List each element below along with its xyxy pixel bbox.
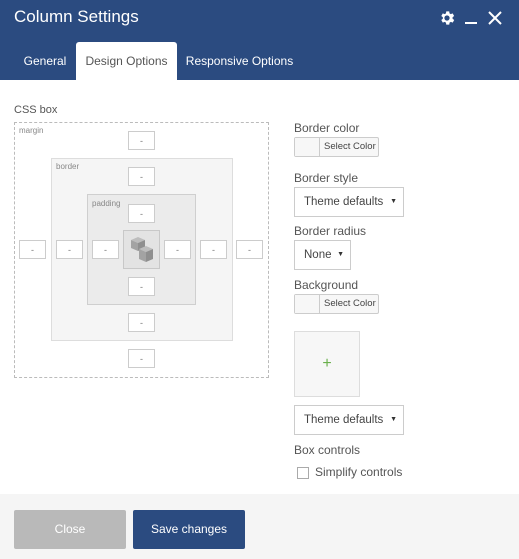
border-radius-label: Border radius	[294, 224, 367, 238]
dialog-title: Column Settings	[14, 7, 139, 26]
margin-right-input[interactable]	[236, 240, 263, 259]
border-left-input[interactable]	[56, 240, 83, 259]
chevron-down-icon: ▼	[337, 251, 344, 258]
background-style-value: Theme defaults	[304, 414, 384, 426]
css-box-label: CSS box	[14, 104, 58, 116]
border-radius-select[interactable]: None ▼	[294, 240, 351, 270]
dialog-header: Column Settings General Design Options R…	[0, 0, 519, 80]
close-button[interactable]: Close	[14, 510, 126, 549]
chevron-down-icon: ▼	[390, 416, 397, 423]
margin-label: margin	[19, 126, 44, 135]
tab-responsive-options[interactable]: Responsive Options	[183, 42, 296, 80]
box-controls-label: Box controls	[294, 443, 361, 457]
border-radius-value: None	[304, 249, 332, 261]
background-color-swatch	[295, 295, 320, 313]
content-placeholder-icon	[130, 236, 153, 262]
padding-bottom-input[interactable]	[128, 277, 155, 296]
background-color-button-label: Select Color	[324, 298, 376, 309]
content-box	[123, 230, 160, 269]
plus-icon: +	[322, 355, 332, 372]
border-style-value: Theme defaults	[304, 196, 384, 208]
save-changes-button[interactable]: Save changes	[133, 510, 245, 549]
close-icon[interactable]	[486, 8, 504, 28]
background-color-button[interactable]: Select Color	[294, 294, 379, 314]
border-bottom-input[interactable]	[128, 313, 155, 332]
border-color-swatch	[295, 138, 320, 156]
margin-top-input[interactable]	[128, 131, 155, 150]
add-image-button[interactable]: +	[294, 331, 360, 397]
gear-icon[interactable]	[437, 8, 457, 28]
border-label: border	[56, 162, 80, 171]
padding-label: padding	[92, 199, 121, 208]
padding-left-input[interactable]	[92, 240, 119, 259]
border-color-button-label: Select Color	[324, 141, 376, 152]
tab-general[interactable]: General	[14, 42, 76, 80]
minimize-icon[interactable]	[463, 8, 479, 28]
simplify-controls-checkbox[interactable]	[297, 467, 309, 479]
border-style-label: Border style	[294, 171, 359, 185]
chevron-down-icon: ▼	[390, 198, 397, 205]
border-top-input[interactable]	[128, 167, 155, 186]
background-style-select[interactable]: Theme defaults ▼	[294, 405, 404, 435]
margin-bottom-input[interactable]	[128, 349, 155, 368]
border-right-input[interactable]	[200, 240, 227, 259]
simplify-controls-label: Simplify controls	[315, 465, 403, 479]
border-style-select[interactable]: Theme defaults ▼	[294, 187, 404, 217]
border-color-button[interactable]: Select Color	[294, 137, 379, 157]
padding-right-input[interactable]	[164, 240, 191, 259]
border-color-label: Border color	[294, 121, 360, 135]
padding-top-input[interactable]	[128, 204, 155, 223]
margin-left-input[interactable]	[19, 240, 46, 259]
tab-design-options[interactable]: Design Options	[76, 42, 177, 80]
background-label: Background	[294, 278, 359, 292]
